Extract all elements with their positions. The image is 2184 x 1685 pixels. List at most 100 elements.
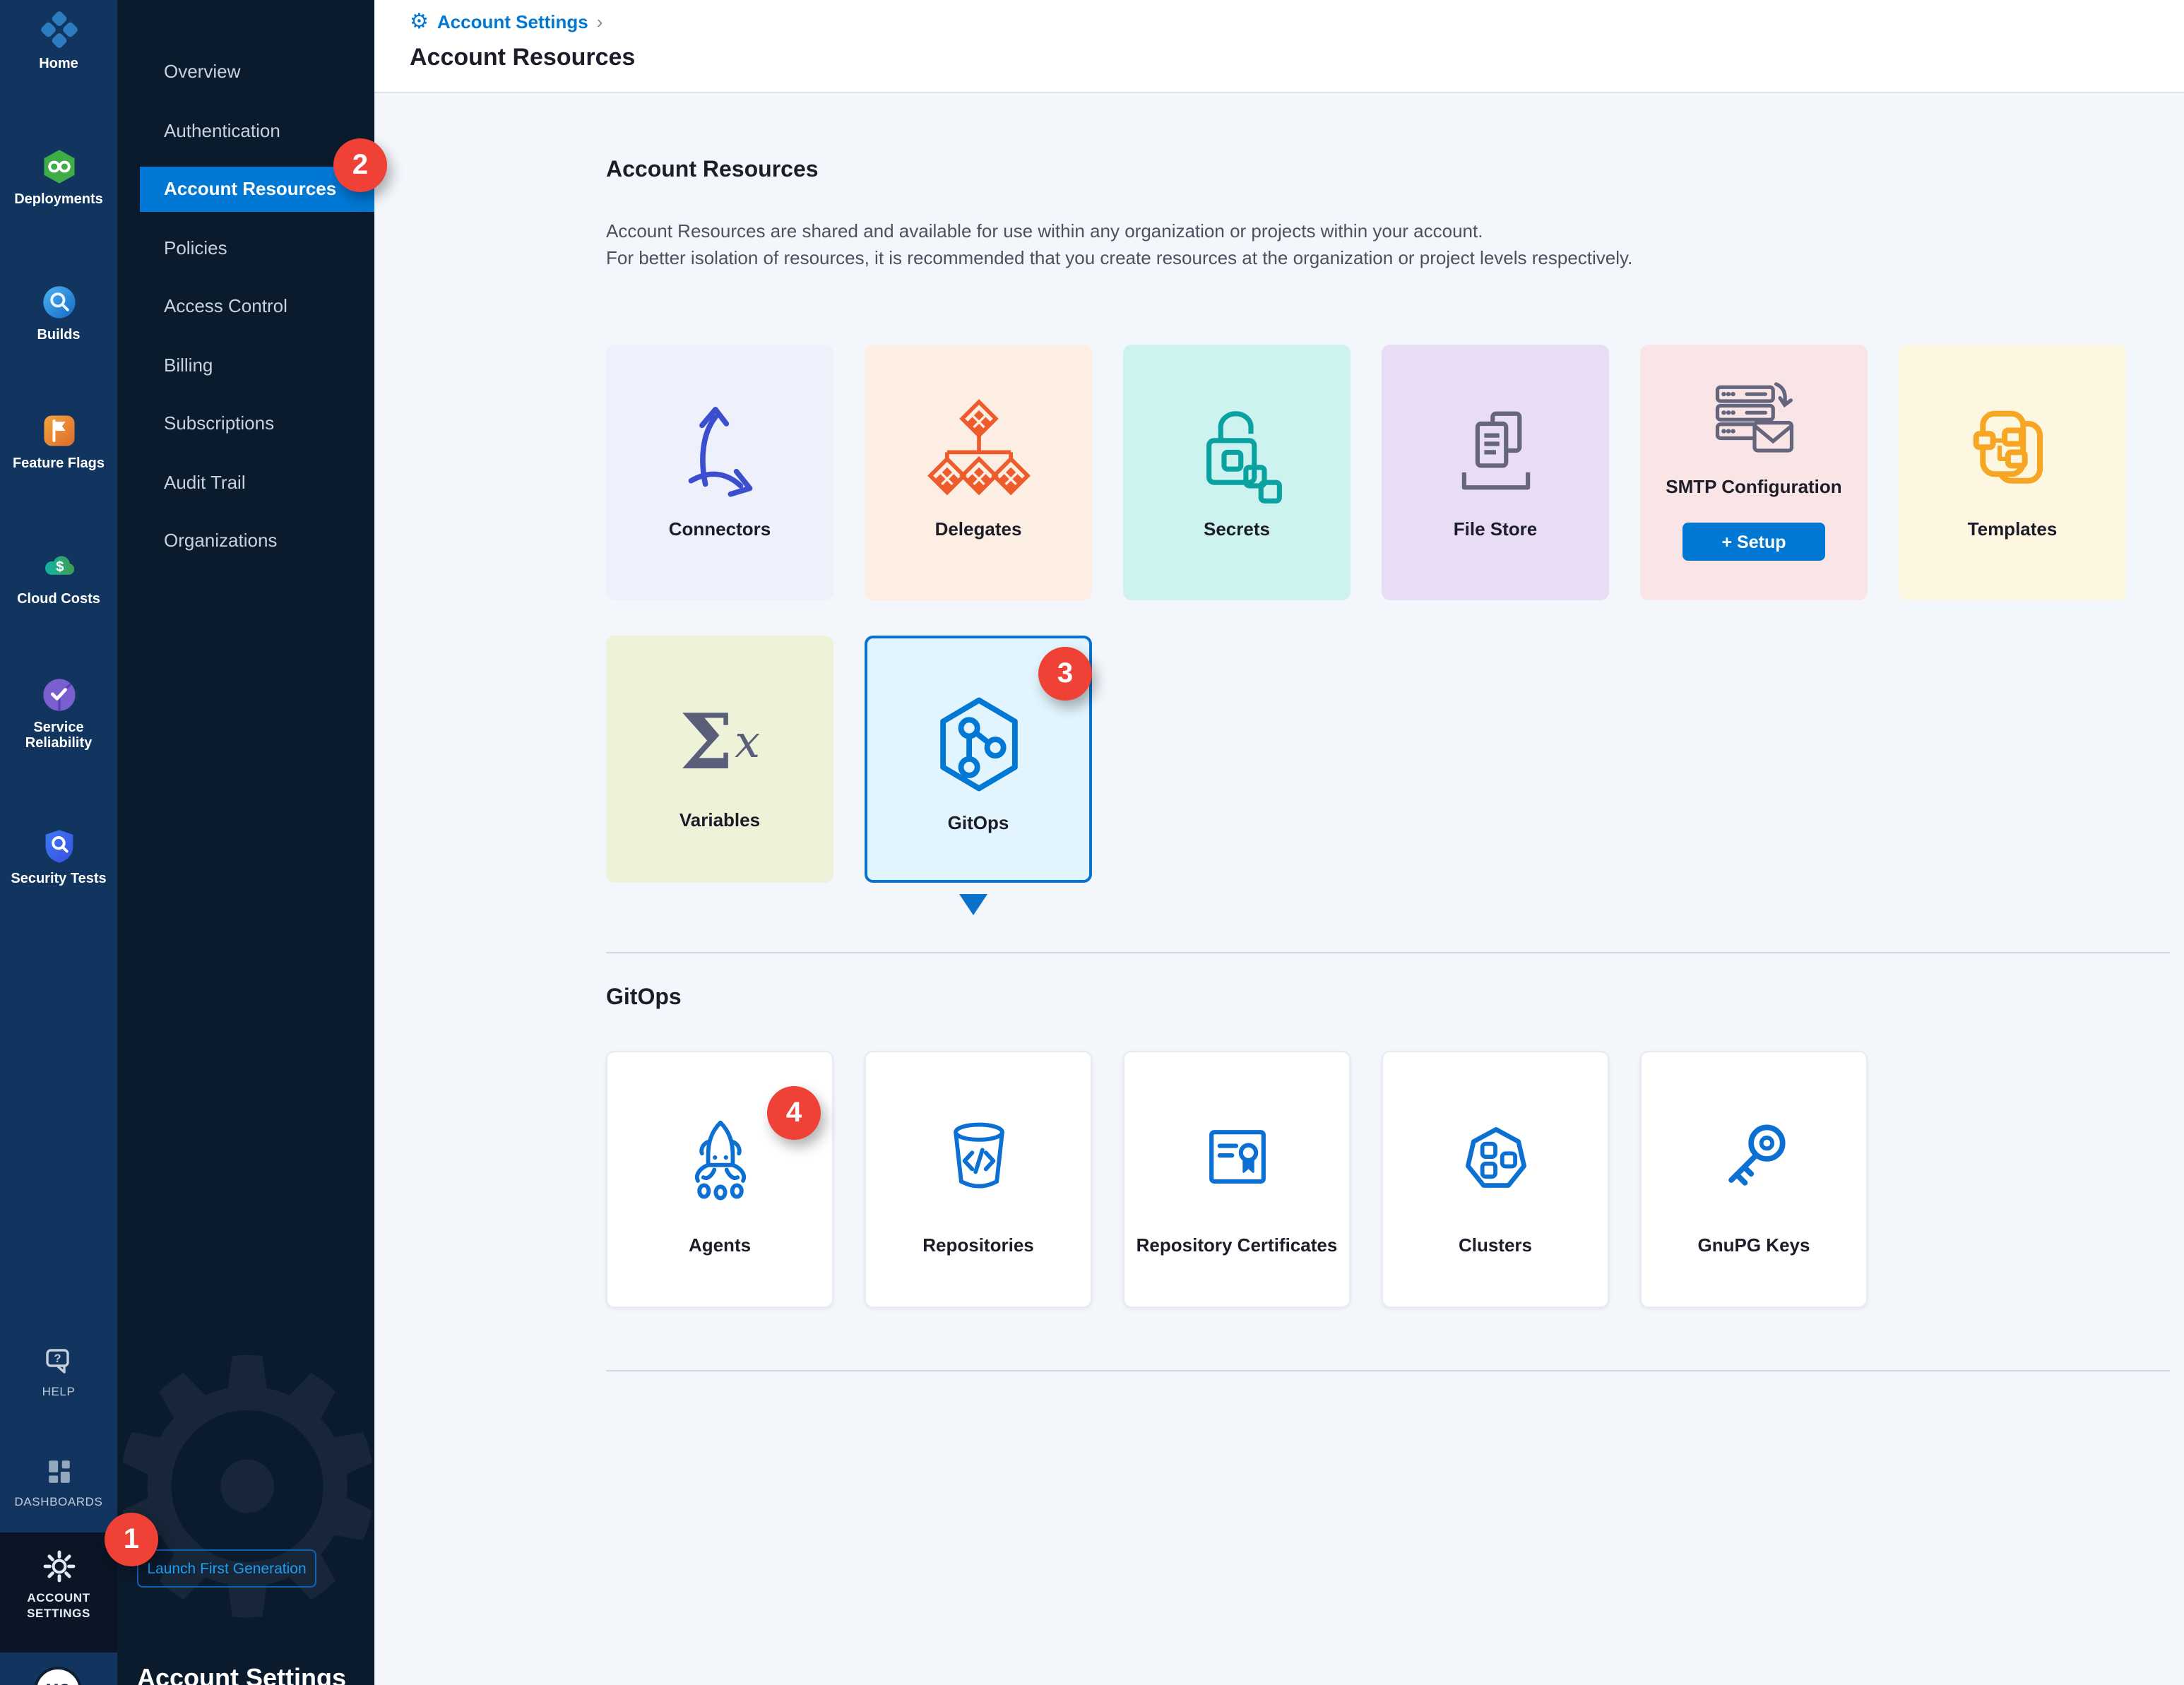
gnupg-keys-card[interactable]: GnuPG Keys	[1640, 1051, 1868, 1308]
secrets-card[interactable]: Secrets	[1123, 345, 1351, 600]
sidebar-item-home[interactable]: Home	[0, 8, 117, 72]
sidebar-item-label: HELP	[0, 1384, 117, 1400]
screenshot-viewport: Home Deployments Builds	[0, 0, 2184, 1685]
annotation-badge-4: 4	[767, 1086, 821, 1140]
sidebar-item-builds[interactable]: Builds	[0, 282, 117, 343]
repository-certificates-icon	[1124, 1083, 1349, 1233]
section-divider	[606, 1370, 2170, 1371]
description-line: For better isolation of resources, it is…	[606, 244, 1632, 271]
section-title: Account Resources	[606, 158, 819, 184]
settings-nav-policies[interactable]: Policies	[117, 218, 374, 277]
avatar-initials: MC	[46, 1682, 70, 1685]
sidebar-item-security-tests[interactable]: Security Tests	[0, 826, 117, 887]
sidebar-item-label: Deployments	[0, 192, 117, 208]
page-header: ⚙ Account Settings › Account Resources	[374, 0, 2184, 93]
gear-watermark-icon: ⚙	[117, 1314, 374, 1667]
settings-nav-audit-trail[interactable]: Audit Trail	[117, 453, 374, 511]
breadcrumb-chevron-icon: ›	[597, 11, 603, 32]
repositories-card[interactable]: Repositories	[865, 1051, 1092, 1308]
feature-flags-icon	[0, 411, 117, 451]
smtp-setup-button[interactable]: + Setup	[1682, 523, 1825, 561]
annotation-badge-1: 1	[105, 1513, 158, 1566]
settings-nav-access-control[interactable]: Access Control	[117, 277, 374, 335]
sidebar-item-label: Service Reliability	[0, 720, 117, 751]
svg-text:?: ?	[53, 1352, 60, 1365]
settings-panel-title: Account Settings	[137, 1664, 346, 1685]
repository-certificates-card[interactable]: Repository Certificates	[1123, 1051, 1351, 1308]
page-title: Account Resources	[410, 44, 635, 72]
card-label: Agents	[615, 1219, 825, 1270]
security-tests-icon	[0, 826, 117, 866]
sidebar-item-help[interactable]: ? HELP	[0, 1345, 117, 1400]
card-label: Connectors	[613, 503, 826, 554]
settings-nav-overview[interactable]: Overview	[117, 42, 374, 101]
dashboards-icon	[0, 1455, 117, 1489]
card-label: Secrets	[1130, 503, 1343, 554]
primary-sidebar: Home Deployments Builds	[0, 0, 117, 1685]
resource-cards-row-1: Connectors	[606, 345, 2126, 600]
breadcrumb-gear-icon: ⚙	[410, 11, 429, 32]
gear-icon	[0, 1548, 117, 1585]
gitops-section-title: GitOps	[606, 986, 682, 1011]
settings-nav-list: Overview Authentication Account Resource…	[117, 42, 374, 570]
user-avatar[interactable]: MC	[34, 1667, 82, 1685]
card-label: Repository Certificates	[1132, 1219, 1342, 1270]
sidebar-item-dashboards[interactable]: DASHBOARDS	[0, 1455, 117, 1510]
sidebar-item-label: Home	[0, 56, 117, 72]
svg-text:$: $	[55, 559, 64, 575]
sidebar-item-service-reliability[interactable]: Service Reliability	[0, 675, 117, 751]
annotation-badge-2: 2	[333, 138, 387, 192]
sidebar-item-label: Security Tests	[0, 871, 117, 887]
home-icon	[0, 8, 117, 51]
sidebar-item-label: Cloud Costs	[0, 592, 117, 607]
main-area: ⚙ Account Settings › Account Resources A…	[374, 0, 2184, 1685]
description-line: Account Resources are shared and availab…	[606, 218, 1632, 244]
section-divider	[606, 952, 2170, 953]
settings-nav-billing[interactable]: Billing	[117, 335, 374, 394]
clusters-card[interactable]: Clusters	[1382, 1051, 1609, 1308]
file-store-card[interactable]: File Store	[1382, 345, 1609, 600]
card-label: Delegates	[872, 503, 1085, 554]
gnupg-keys-icon	[1642, 1083, 1866, 1233]
app-window: Home Deployments Builds	[0, 0, 2184, 1685]
resource-cards-row-2: Σx Variables GitOps	[606, 636, 1092, 883]
repositories-icon	[866, 1083, 1091, 1233]
sidebar-item-label: Feature Flags	[0, 456, 117, 472]
settings-nav-organizations[interactable]: Organizations	[117, 511, 374, 570]
builds-icon	[0, 282, 117, 322]
gitops-pointer-icon	[959, 894, 987, 915]
sidebar-item-account-settings[interactable]: ACCOUNT SETTINGS	[0, 1548, 117, 1621]
templates-card[interactable]: Templates	[1899, 345, 2126, 600]
smtp-configuration-card[interactable]: SMTP Configuration + Setup	[1640, 345, 1868, 600]
connectors-card[interactable]: Connectors	[606, 345, 833, 600]
breadcrumb-link[interactable]: Account Settings	[437, 11, 588, 32]
sidebar-item-deployments[interactable]: Deployments	[0, 147, 117, 208]
settings-sidebar: ⚙ Overview Authentication Account Resour…	[117, 0, 374, 1685]
annotation-badge-3: 3	[1038, 647, 1092, 701]
delegates-card[interactable]: Delegates	[865, 345, 1092, 600]
card-label: Repositories	[873, 1219, 1084, 1270]
help-icon: ?	[0, 1345, 117, 1379]
service-reliability-icon	[0, 675, 117, 715]
breadcrumb[interactable]: ⚙ Account Settings ›	[410, 11, 603, 32]
variables-card[interactable]: Σx Variables	[606, 636, 833, 883]
sidebar-item-cloud-costs[interactable]: $ Cloud Costs	[0, 547, 117, 607]
card-label: Variables	[613, 794, 826, 845]
deployments-icon	[0, 147, 117, 186]
sidebar-item-label: Builds	[0, 328, 117, 343]
settings-nav-authentication[interactable]: Authentication	[117, 101, 374, 160]
cloud-costs-icon: $	[0, 547, 117, 586]
sidebar-item-feature-flags[interactable]: Feature Flags	[0, 411, 117, 472]
sidebar-item-label: ACCOUNT SETTINGS	[0, 1590, 117, 1621]
card-label: File Store	[1389, 503, 1602, 554]
section-description: Account Resources are shared and availab…	[606, 218, 1632, 271]
card-label: GitOps	[874, 797, 1082, 847]
card-label: Templates	[1906, 503, 2119, 554]
clusters-icon	[1383, 1083, 1608, 1233]
page-content: Account Resources Account Resources are …	[374, 93, 2184, 1685]
settings-nav-subscriptions[interactable]: Subscriptions	[117, 394, 374, 453]
card-label: GnuPG Keys	[1649, 1219, 1859, 1270]
launch-first-generation-button[interactable]: Launch First Generation	[137, 1549, 316, 1588]
card-label: SMTP Configuration	[1647, 463, 1860, 508]
sidebar-item-label: DASHBOARDS	[0, 1494, 117, 1510]
